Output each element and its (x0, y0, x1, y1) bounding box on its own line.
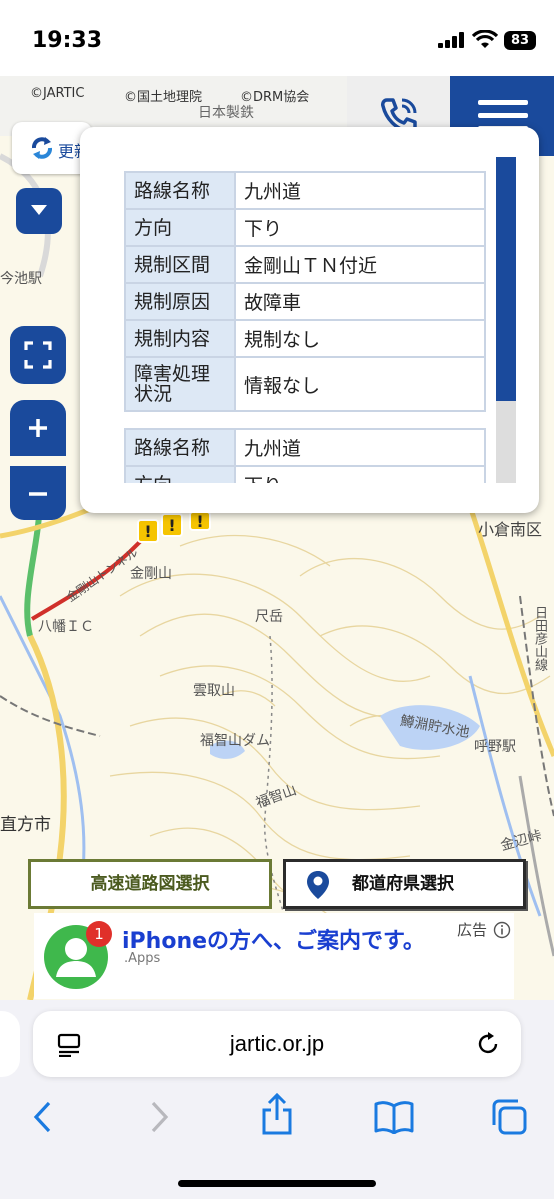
svg-text:!: ! (144, 522, 151, 541)
traffic-record-table: 路線名称 九州道 方向 下り 規制区間 金剛山ＴＮ付近 規制原因 故障車 規制内容 規制な… (124, 171, 486, 412)
fullscreen-button[interactable] (10, 326, 66, 384)
row-key: 方向 (124, 465, 236, 483)
info-icon[interactable] (493, 921, 511, 939)
ad-subtitle: .Apps (124, 951, 161, 966)
row-key: 路線名称 (124, 171, 236, 210)
notification-badge: 1 (86, 921, 112, 947)
battery-indicator: 83 (504, 31, 536, 50)
row-value: 故障車 (234, 282, 486, 321)
row-value: 下り (234, 208, 486, 247)
cellular-signal-icon (438, 32, 464, 48)
row-key: 方向 (124, 208, 236, 247)
map-label: 呼野駅 (474, 739, 516, 755)
prefecture-select-button[interactable]: 都道府県選択 (283, 859, 526, 909)
traffic-info-popup: 路線名称 九州道 方向 下り 規制区間 金剛山ＴＮ付近 規制原因 故障車 規制内容 規制な… (80, 127, 539, 513)
row-key: 規制区間 (124, 245, 236, 284)
map-attribution: ©国土地理院 (124, 90, 203, 105)
row-value: 情報なし (234, 356, 486, 412)
map-label: 金剛山 (130, 566, 172, 582)
svg-text:!: ! (196, 512, 203, 531)
svg-text:!: ! (168, 516, 175, 535)
wifi-icon (472, 30, 498, 48)
map-label: 小倉南区 (478, 520, 543, 539)
row-value: 九州道 (234, 171, 486, 210)
row-key: 規制原因 (124, 282, 236, 321)
url-text: jartic.or.jp (229, 1031, 325, 1056)
table-row: 方向下り (124, 208, 486, 247)
incident-warning-icon[interactable]: ! ! ! (136, 512, 216, 544)
fullscreen-icon (24, 341, 52, 369)
address-bar[interactable]: jartic.or.jp (33, 1011, 521, 1077)
ad-title[interactable]: iPhoneの方へ、ご案内です。 (122, 923, 425, 955)
highway-map-select-button[interactable]: 高速道路図選択 (28, 859, 272, 909)
dropdown-toggle-button[interactable] (16, 188, 62, 234)
map-attribution: ©JARTIC (30, 86, 85, 101)
table-row: 路線名称 九州道 (124, 171, 486, 210)
row-key: 規制内容 (124, 319, 236, 358)
reload-icon[interactable] (475, 1031, 501, 1057)
row-key: 路線名称 (124, 428, 236, 467)
table-row: 規制原因 故障車 (124, 282, 486, 321)
map-label: 日田彦山線 (532, 606, 547, 671)
map-label: 日本製鉄 (198, 105, 254, 121)
map-label: 直方市 (0, 815, 51, 835)
status-time: 19:33 (32, 28, 103, 53)
plus-icon (29, 419, 47, 437)
table-row: 路線名称 九州道 (124, 428, 486, 467)
table-row: 方向下り (124, 465, 486, 483)
row-value: 下り (234, 465, 486, 483)
zoom-out-button[interactable] (10, 466, 66, 520)
traffic-info-list[interactable]: 路線名称 九州道 方向 下り 規制区間 金剛山ＴＮ付近 規制原因 故障車 規制内容 規制な… (124, 171, 488, 483)
map-label: 福智山ダム (200, 733, 270, 749)
table-row: 規制区間 金剛山ＴＮ付近 (124, 245, 486, 284)
row-value: 規制なし (234, 319, 486, 358)
table-row: 障害処理状況 情報なし (124, 356, 486, 412)
tabs-icon[interactable] (490, 1098, 528, 1136)
location-pin-icon (307, 871, 329, 899)
menu-bar (478, 100, 528, 105)
map-label: 八幡ＩＣ (38, 619, 94, 635)
table-row: 規制内容 規制なし (124, 319, 486, 358)
home-indicator (178, 1180, 376, 1187)
previous-tab-preview[interactable] (0, 1011, 20, 1077)
menu-bar (478, 113, 528, 118)
row-value: 金剛山ＴＮ付近 (234, 245, 486, 284)
back-icon[interactable] (30, 1100, 54, 1134)
map-label: 今池駅 (0, 271, 42, 287)
traffic-record-table: 路線名称九州道 方向下り (124, 428, 486, 483)
ad-banner[interactable]: 1 iPhoneの方へ、ご案内です。 .Apps 広告 (34, 913, 514, 999)
map-label: 尺岳 (255, 609, 283, 625)
zoom-in-button[interactable] (10, 400, 66, 456)
browser-toolbar: jartic.or.jp (0, 1000, 554, 1199)
map-label: 雲取山 (193, 683, 235, 699)
row-value: 九州道 (234, 428, 486, 467)
share-icon[interactable] (260, 1092, 294, 1136)
caret-down-icon (31, 205, 47, 215)
refresh-icon (32, 137, 52, 159)
status-bar: 19:33 83 (0, 0, 554, 76)
forward-icon[interactable] (148, 1100, 172, 1134)
row-key: 障害処理状況 (124, 356, 236, 412)
minus-icon (29, 492, 47, 496)
prefecture-select-label: 都道府県選択 (352, 874, 454, 894)
popup-scrollbar-thumb[interactable] (496, 157, 516, 401)
bookmarks-icon[interactable] (374, 1100, 414, 1134)
ad-label: 広告 (457, 921, 488, 939)
